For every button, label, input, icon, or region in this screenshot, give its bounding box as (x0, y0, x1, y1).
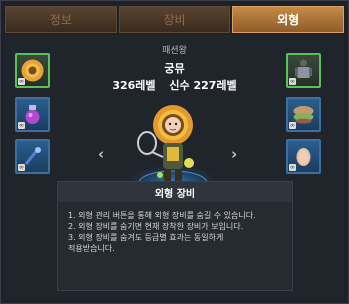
character-header: 패션왕 궁뮤 326레벨 신수 227레벨 (65, 43, 284, 93)
prev-look-button[interactable]: ‹ (98, 145, 104, 163)
level-line: 326레벨 신수 227레벨 (65, 77, 284, 93)
info-line: 적용받습니다. (68, 244, 115, 253)
appearance-panel: ∞ ∞ ∞ ∞ ∞ ∞ 패션왕 궁뮤 326레벨 신수 227레벨 ‹ › 외형… (5, 35, 344, 299)
character-title: 패션왕 (162, 46, 187, 56)
character-name: 궁뮤 (164, 62, 185, 75)
link-icon: ∞ (289, 78, 296, 85)
character-level: 326레벨 (112, 79, 156, 92)
shoes-slot[interactable]: ∞ (286, 97, 321, 132)
info-line: 2. 외형 장비를 숨기면 현재 장착한 장비가 보입니다. (68, 222, 244, 231)
link-icon: ∞ (18, 164, 25, 171)
tab-bar: 정보 장비 외형 (5, 6, 345, 33)
next-look-button[interactable]: › (231, 145, 237, 163)
appearance-window: 정보 장비 외형 ∞ ∞ ∞ ∞ ∞ ∞ 패션왕 궁뮤 326레벨 신수 227… (0, 0, 349, 304)
info-box: 외형 장비 1. 외형 관리 버튼을 통해 외형 장비를 숨길 수 있습니다. … (57, 181, 293, 291)
link-icon: ∞ (18, 122, 25, 129)
face-slot[interactable]: ∞ (286, 139, 321, 174)
tab-info[interactable]: 정보 (5, 6, 117, 33)
info-text: 1. 외형 관리 버튼을 통해 외형 장비를 숨길 수 있습니다. 2. 외형 … (58, 202, 292, 254)
hat-slot[interactable]: ∞ (15, 53, 50, 88)
chevron-left-icon: ‹ (98, 145, 105, 163)
tab-appearance[interactable]: 외형 (232, 6, 345, 33)
info-line: 1. 외형 관리 버튼을 통해 외형 장비를 숨길 수 있습니다. (68, 211, 256, 220)
tab-equipment[interactable]: 장비 (118, 6, 231, 33)
armor-slot[interactable]: ∞ (286, 53, 321, 88)
divine-level: 신수 227레벨 (169, 79, 237, 92)
info-line: 3. 외형 장비를 숨겨도 등급별 효과는 동일하게 (68, 233, 224, 242)
wand-slot[interactable]: ∞ (15, 139, 50, 174)
link-icon: ∞ (289, 122, 296, 129)
link-icon: ∞ (18, 78, 25, 85)
info-heading: 외형 장비 (58, 182, 292, 202)
chevron-right-icon: › (231, 145, 238, 163)
potion-slot[interactable]: ∞ (15, 97, 50, 132)
link-icon: ∞ (289, 164, 296, 171)
